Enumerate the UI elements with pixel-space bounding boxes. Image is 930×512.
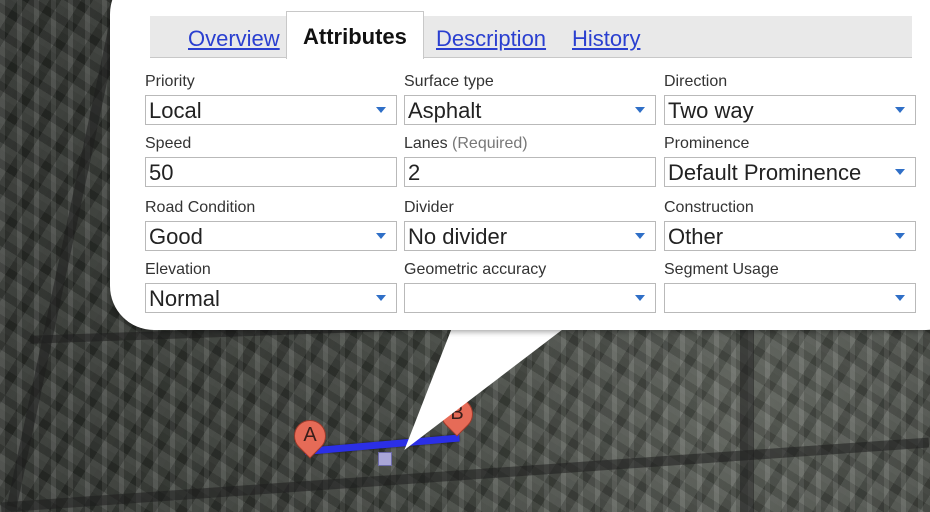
elevation-value: Normal (149, 286, 220, 311)
tab-bar: Overview Attributes Description History (150, 11, 912, 59)
map-road (6, 4, 124, 508)
road-condition-field: Road Condition Good (145, 199, 397, 251)
construction-label: Construction (664, 199, 754, 216)
dropdown-arrow-icon (895, 107, 905, 113)
speed-label: Speed (145, 135, 192, 152)
priority-select[interactable]: Local (145, 95, 397, 125)
segment-usage-select[interactable] (664, 283, 916, 313)
direction-select[interactable]: Two way (664, 95, 916, 125)
dropdown-arrow-icon (635, 233, 645, 239)
segment-usage-field: Segment Usage (664, 261, 916, 313)
direction-value: Two way (668, 98, 754, 123)
geometric-accuracy-field: Geometric accuracy (404, 261, 656, 313)
speed-field: Speed 50 (145, 135, 397, 187)
dropdown-arrow-icon (895, 233, 905, 239)
geometric-accuracy-select[interactable] (404, 283, 656, 313)
tab-attributes[interactable]: Attributes (286, 11, 424, 59)
surface-type-select[interactable]: Asphalt (404, 95, 656, 125)
dropdown-arrow-icon (376, 233, 386, 239)
direction-field: Direction Two way (664, 73, 916, 125)
dropdown-arrow-icon (895, 169, 905, 175)
elevation-field: Elevation Normal (145, 261, 397, 313)
segment-usage-label: Segment Usage (664, 261, 779, 278)
geometric-accuracy-label: Geometric accuracy (404, 261, 547, 278)
marker-a[interactable]: A (287, 413, 333, 464)
priority-field: Priority Local (145, 73, 397, 125)
lanes-label: Lanes (Required) (404, 135, 656, 155)
map-road (740, 330, 754, 512)
prominence-field: Prominence Default Prominence (664, 135, 916, 187)
construction-select[interactable]: Other (664, 221, 916, 251)
tab-description[interactable]: Description (436, 26, 546, 52)
direction-label: Direction (664, 73, 728, 90)
elevation-select[interactable]: Normal (145, 283, 397, 313)
route-drag-handle[interactable] (378, 452, 392, 466)
surface-type-field: Surface type Asphalt (404, 73, 656, 125)
construction-field: Construction Other (664, 199, 916, 251)
divider-value: No divider (408, 224, 508, 249)
prominence-label: Prominence (664, 135, 750, 152)
surface-type-value: Asphalt (408, 98, 482, 123)
divider-select[interactable]: No divider (404, 221, 656, 251)
lanes-input[interactable]: 2 (404, 157, 656, 187)
speed-value: 50 (149, 160, 174, 185)
surface-type-label: Surface type (404, 73, 494, 90)
marker-a-label: A (303, 424, 317, 446)
dropdown-arrow-icon (376, 295, 386, 301)
road-condition-select[interactable]: Good (145, 221, 397, 251)
elevation-label: Elevation (145, 261, 211, 278)
dropdown-arrow-icon (895, 295, 905, 301)
tab-overview[interactable]: Overview (188, 26, 280, 52)
priority-value: Local (149, 98, 202, 123)
road-condition-value: Good (149, 224, 203, 249)
dropdown-arrow-icon (376, 107, 386, 113)
prominence-value: Default Prominence (668, 160, 862, 185)
dropdown-arrow-icon (635, 295, 645, 301)
priority-label: Priority (145, 73, 195, 90)
speed-input[interactable]: 50 (145, 157, 397, 187)
lanes-field: Lanes (Required) 2 (404, 135, 656, 187)
dropdown-arrow-icon (635, 107, 645, 113)
divider-field: Divider No divider (404, 199, 656, 251)
prominence-select[interactable]: Default Prominence (664, 157, 916, 187)
construction-value: Other (668, 224, 724, 249)
required-note: (Required) (452, 135, 528, 152)
divider-label: Divider (404, 199, 454, 216)
lanes-label-text: Lanes (404, 135, 448, 152)
lanes-value: 2 (408, 160, 421, 185)
tab-history[interactable]: History (572, 26, 640, 52)
road-condition-label: Road Condition (145, 199, 256, 216)
